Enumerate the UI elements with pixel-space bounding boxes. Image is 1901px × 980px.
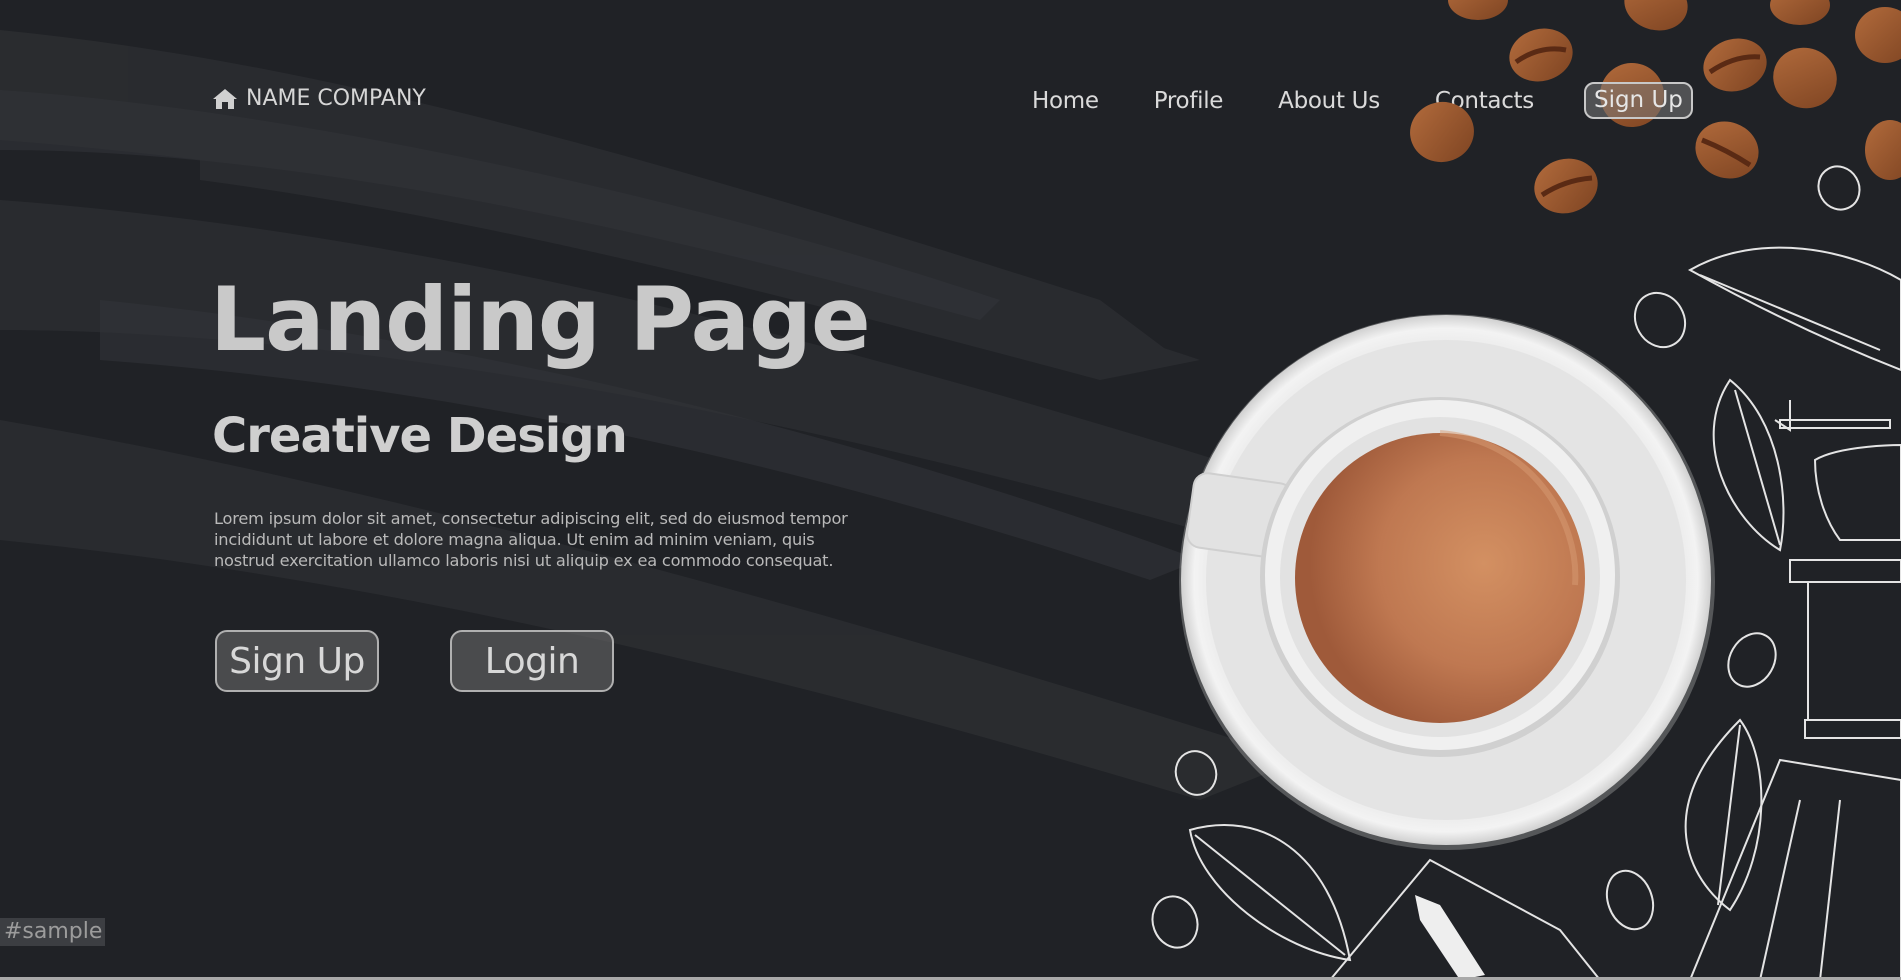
page-title: Landing Page [210,268,871,371]
login-button[interactable]: Login [450,630,614,692]
watermark-tag: #sample [0,918,106,946]
nav-home[interactable]: Home [1032,88,1099,114]
home-icon [213,88,237,109]
brand-name: NAME COMPANY [246,86,426,111]
nav-signup-button[interactable]: Sign Up [1583,82,1693,119]
nav-profile[interactable]: Profile [1154,88,1224,114]
brand[interactable]: NAME COMPANY [212,86,426,111]
nav-contacts[interactable]: Contacts [1435,88,1534,114]
hero-description: Lorem ipsum dolor sit amet, consectetur … [214,509,848,570]
nav-about-us[interactable]: About Us [1278,88,1380,114]
top-nav: Home Profile About Us Contacts Sign Up [1032,82,1693,119]
page-subtitle: Creative Design [212,408,628,464]
signup-button[interactable]: Sign Up [215,630,379,692]
header: NAME COMPANY Home Profile About Us Conta… [0,0,1901,200]
